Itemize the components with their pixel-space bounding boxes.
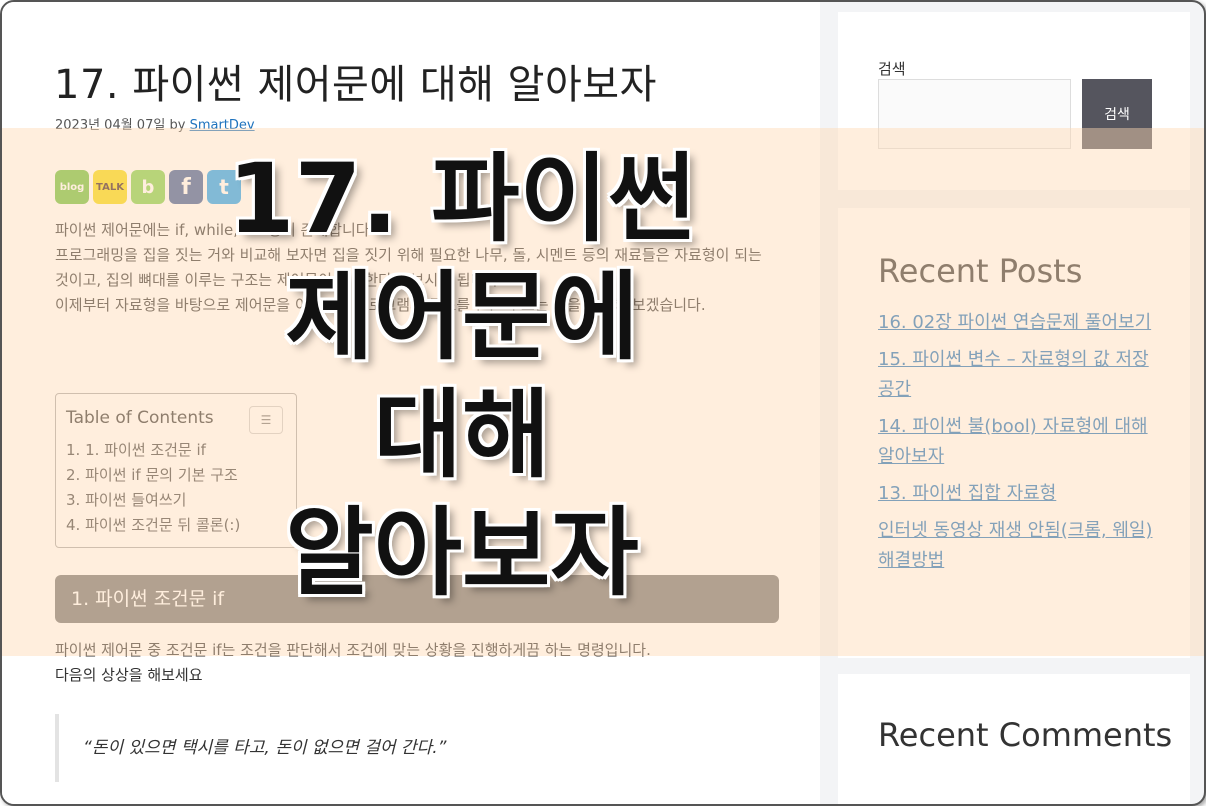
overlay-title-line: 17. 파이썬 <box>227 143 697 255</box>
recent-comments-widget: Recent Comments <box>838 674 1190 804</box>
overlay-title-line: 알아보자 <box>285 497 639 609</box>
recent-comments-title: Recent Comments <box>878 716 1173 754</box>
page-title: 17. 파이썬 제어문에 대해 알아보자 <box>54 62 657 108</box>
browser-frame: 17. 파이썬 제어문에 대해 알아보자 2023년 04월 07일 by Sm… <box>0 0 1206 806</box>
search-label: 검색 <box>878 60 906 78</box>
section-paragraph: 다음의 상상을 해보세요 <box>55 666 203 684</box>
blockquote: “돈이 있으면 택시를 타고, 돈이 없으면 걸어 간다.” <box>55 714 780 782</box>
overlay-title: 17. 파이썬 제어문에 대해 알아보자 <box>182 140 742 612</box>
overlay-title-line: 대해 <box>373 379 551 491</box>
overlay-title-line: 제어문에 <box>285 261 639 373</box>
